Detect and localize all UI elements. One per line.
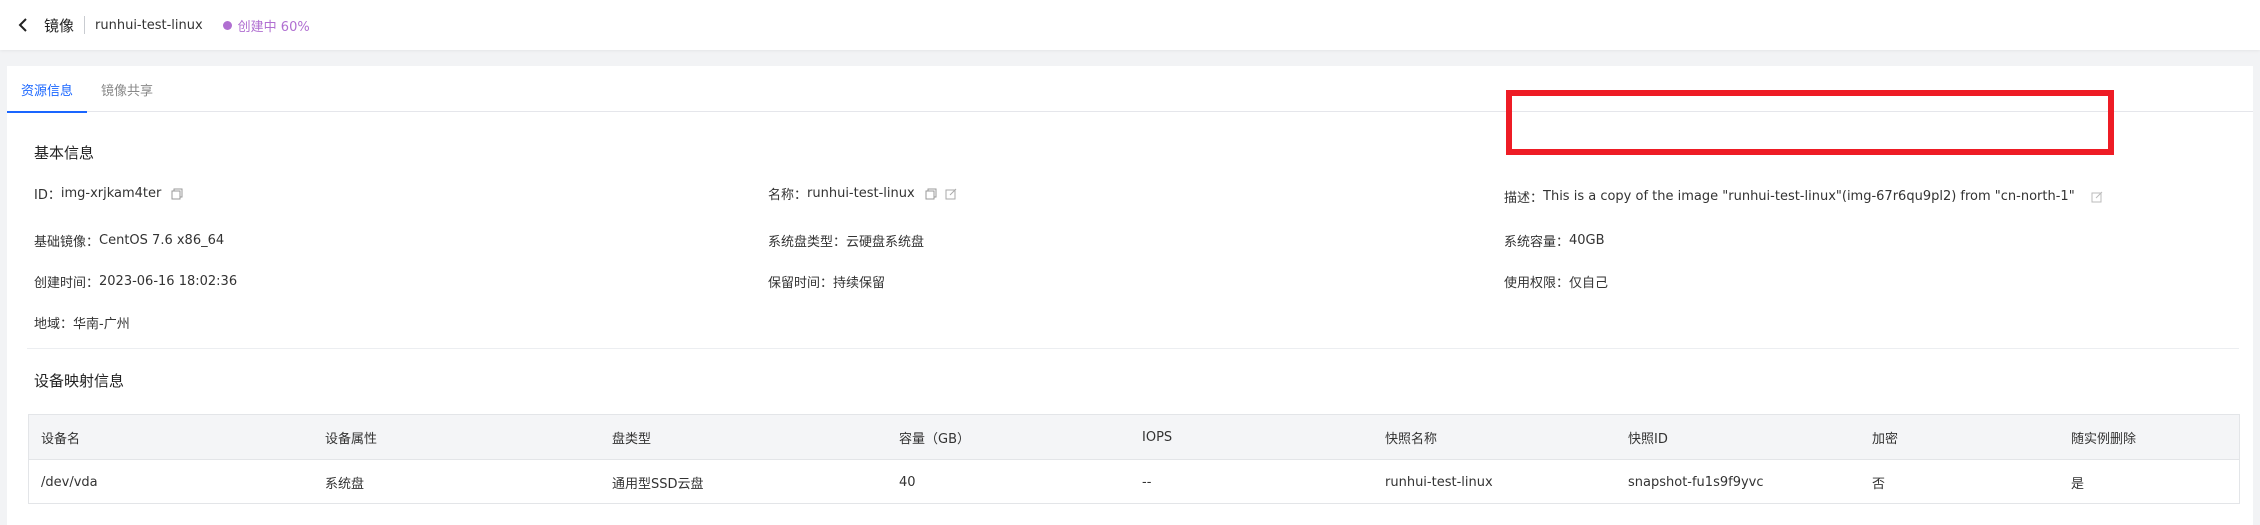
field-base-image: 基础镜像： CentOS 7.6 x86_64 (34, 231, 224, 250)
table-cell: runhui-test-linux (1385, 475, 1493, 490)
table-row: /dev/vda 系统盘 通用型SSD云盘 40 -- runhui-test-… (29, 460, 2239, 505)
field-region-value: 华南-广州 (73, 317, 130, 332)
column-header: IOPS (1142, 429, 1173, 445)
column-header: 盘类型 (612, 431, 652, 447)
field-created-time-label: 创建时间： (34, 276, 100, 291)
basic-info-title: 基本信息 (34, 144, 95, 162)
table-cell: snapshot-fu1s9f9yvc (1628, 475, 1764, 490)
field-retention-label: 保留时间： (768, 276, 834, 291)
top-bar: 镜像 runhui-test-linux 创建中 60% (0, 0, 2260, 50)
column-header: 随实例删除 (2071, 431, 2137, 447)
field-region: 地域： 华南-广州 (34, 313, 130, 332)
field-system-disk-type-label: 系统盘类型： (768, 235, 847, 250)
table-cell: 通用型SSD云盘 (612, 477, 704, 492)
field-base-image-label: 基础镜像： (34, 235, 100, 250)
field-permission-label: 使用权限： (1504, 276, 1570, 291)
field-name-value: runhui-test-linux (807, 186, 915, 201)
back-arrow-icon[interactable] (12, 14, 34, 36)
status-text: 创建中 60% (237, 19, 310, 35)
field-system-capacity-value: 40GB (1569, 233, 1605, 248)
field-name: 名称： runhui-test-linux (768, 184, 959, 203)
table-cell: 是 (2071, 477, 2085, 492)
field-retention: 保留时间： 持续保留 (768, 272, 885, 291)
table-cell: 40 (899, 475, 916, 490)
column-header: 设备属性 (325, 431, 378, 447)
field-region-label: 地域： (34, 317, 74, 332)
field-description-label: 描述： (1504, 191, 1544, 206)
table-cell: -- (1142, 475, 1152, 490)
title-divider (84, 16, 86, 34)
section-divider (27, 348, 2239, 349)
field-permission: 使用权限： 仅自己 (1504, 272, 1608, 291)
field-created-time: 创建时间： 2023-06-16 18:02:36 (34, 272, 237, 291)
field-name-label: 名称： (768, 188, 808, 203)
table-cell: 系统盘 (325, 477, 365, 492)
field-system-capacity: 系统容量： 40GB (1504, 231, 1605, 250)
field-system-disk-type-value: 云硬盘系统盘 (846, 235, 925, 250)
column-header: 容量（GB） (899, 431, 970, 447)
field-system-disk-type: 系统盘类型： 云硬盘系统盘 (768, 231, 924, 250)
edit-icon[interactable] (943, 186, 959, 202)
field-permission-value: 仅自己 (1569, 276, 1609, 291)
copy-icon[interactable] (169, 186, 185, 202)
device-mapping-table: 设备名 设备属性 盘类型 容量（GB） IOPS 快照名称 快照ID 加密 随实… (28, 414, 2240, 504)
status-badge: 创建中 60% (222, 16, 310, 35)
device-mapping-title: 设备映射信息 (34, 372, 125, 390)
description-highlight-box (1506, 90, 2114, 155)
column-header: 加密 (1872, 431, 1899, 447)
field-created-time-value: 2023-06-16 18:02:36 (99, 274, 238, 289)
edit-icon[interactable] (2089, 189, 2105, 205)
field-id: ID： img-xrjkam4ter (34, 184, 185, 203)
field-id-label: ID： (34, 188, 61, 203)
field-description: 描述： This is a copy of the image "runhui-… (1504, 187, 2105, 206)
field-system-capacity-label: 系统容量： (1504, 235, 1570, 250)
tab-image-share[interactable]: 镜像共享 (87, 66, 167, 112)
field-description-value: This is a copy of the image "runhui-test… (1543, 189, 2075, 204)
field-retention-value: 持续保留 (833, 276, 886, 291)
tab-resource-info[interactable]: 资源信息 (7, 66, 88, 113)
table-header: 设备名 设备属性 盘类型 容量（GB） IOPS 快照名称 快照ID 加密 随实… (29, 415, 2239, 460)
image-name: runhui-test-linux (95, 17, 203, 33)
field-base-image-value: CentOS 7.6 x86_64 (99, 233, 225, 248)
table-cell: 否 (1872, 477, 1886, 492)
column-header: 快照ID (1628, 431, 1668, 447)
page-title: 镜像 (44, 16, 75, 35)
column-header: 快照名称 (1385, 431, 1438, 447)
column-header: 设备名 (41, 431, 81, 447)
copy-icon[interactable] (923, 186, 939, 202)
field-id-value: img-xrjkam4ter (60, 186, 162, 201)
table-cell: /dev/vda (41, 475, 98, 490)
status-dot-icon (222, 20, 232, 30)
